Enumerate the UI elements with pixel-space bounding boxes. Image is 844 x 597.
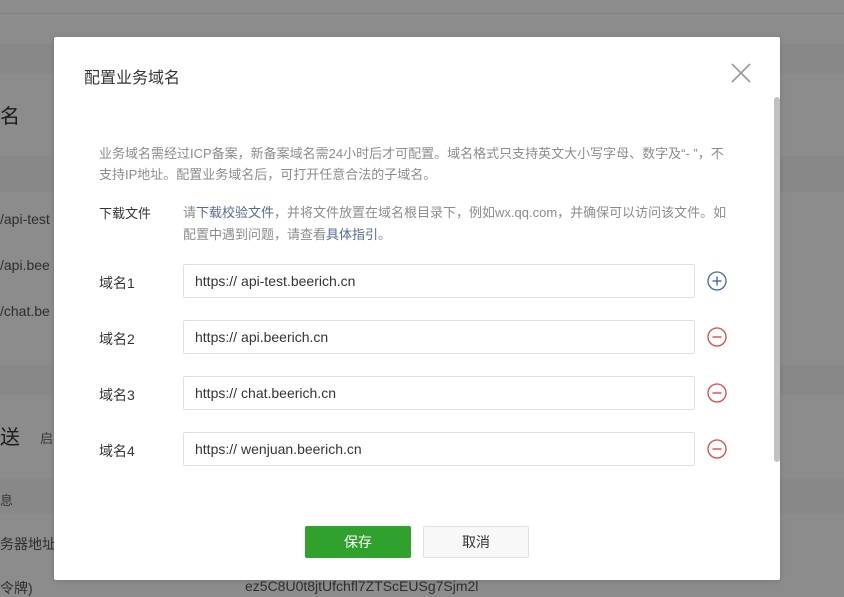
minus-circle-icon (707, 439, 727, 459)
domain-2-input[interactable]: https:// api.beerich.cn (183, 320, 695, 354)
download-text-1: 请 (183, 205, 197, 220)
configure-domain-dialog: 配置业务域名 业务域名需经过ICP备案，新备案域名需24小时后才可配置。域名格式… (54, 37, 780, 580)
close-button[interactable] (727, 59, 755, 87)
domain-3-value: chat.beerich.cn (241, 385, 336, 401)
domain-1-label: 域名1 (99, 275, 135, 291)
minus-circle-icon (707, 327, 727, 347)
description-text: 业务域名需经过ICP备案，新备案域名需24小时后才可配置。域名格式只支持英文大小… (99, 146, 724, 182)
download-file-text: 请下载校验文件，并将文件放置在域名根目录下，例如wx.qq.com，并确保可以访… (183, 202, 728, 246)
download-file-label: 下载文件 (99, 206, 152, 221)
domain-1-input[interactable]: https:// api-test.beerich.cn (183, 264, 695, 298)
remove-domain-2-button[interactable] (707, 327, 727, 347)
domain-4-prefix: https:// (195, 441, 238, 457)
domain-4-value: wenjuan.beerich.cn (241, 441, 362, 457)
specific-guide-link[interactable]: 具体指引 (326, 227, 378, 242)
domain-3-input[interactable]: https:// chat.beerich.cn (183, 376, 695, 410)
domain-3-prefix: https:// (195, 385, 238, 401)
save-button[interactable]: 保存 (305, 526, 411, 558)
domain-2-prefix: https:// (195, 329, 238, 345)
minus-circle-icon (707, 383, 727, 403)
close-icon (731, 63, 751, 83)
plus-circle-icon (707, 271, 727, 291)
domain-4-label: 域名4 (99, 443, 135, 459)
dialog-scrollbar[interactable] (774, 97, 780, 462)
dialog-title: 配置业务域名 (84, 70, 181, 87)
domain-2-value: api.beerich.cn (241, 329, 329, 345)
download-text-3: 。 (378, 227, 392, 242)
add-domain-button[interactable] (707, 271, 727, 291)
cancel-button[interactable]: 取消 (423, 526, 529, 558)
remove-domain-3-button[interactable] (707, 383, 727, 403)
domain-2-label: 域名2 (99, 331, 135, 347)
download-verification-file-link[interactable]: 下载校验文件 (196, 205, 274, 220)
domain-3-label: 域名3 (99, 387, 135, 403)
remove-domain-4-button[interactable] (707, 439, 727, 459)
domain-1-prefix: https:// (195, 273, 238, 289)
domain-1-value: api-test.beerich.cn (241, 273, 356, 289)
domain-4-input[interactable]: https:// wenjuan.beerich.cn (183, 432, 695, 466)
